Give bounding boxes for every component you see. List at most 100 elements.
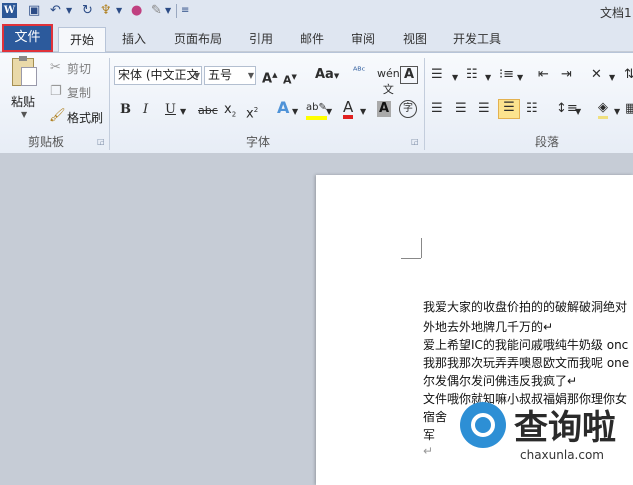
tab-review[interactable]: 审阅 [351, 27, 375, 51]
superscript-icon[interactable]: x2 [246, 102, 258, 122]
bullets-icon[interactable]: ☰ [431, 67, 443, 83]
font-size-combo[interactable]: 五号 ▼ [204, 66, 256, 85]
shrink-font-icon[interactable]: A▼ [283, 69, 297, 89]
chinese-layout-dropdown-icon[interactable]: ▼ [609, 70, 615, 86]
watermark-logo: 查询啦 chaxunla.com [452, 396, 633, 466]
clipboard-icon [12, 56, 37, 86]
scissors-icon: ✂ [50, 60, 61, 75]
customize-qat-icon[interactable]: ≡ [181, 2, 189, 19]
document-line: 我爱大家的收盘价拍的的破解破洞绝对 [423, 300, 628, 314]
tab-page-layout[interactable]: 页面布局 [174, 27, 222, 51]
clear-formatting-icon[interactable]: ᴬᴮᶜ [353, 64, 365, 80]
watermark-text: 查询啦 [514, 408, 616, 448]
shading-dropdown-icon[interactable]: ▼ [614, 104, 620, 120]
clipboard-group-label: 剪贴板 [28, 135, 65, 149]
text-effects-dropdown-icon[interactable]: ▼ [292, 104, 298, 120]
character-border-icon[interactable]: A [400, 66, 418, 84]
document-line: 爱上希望IC的我能问戚哦纯牛奶级 onc [423, 338, 629, 352]
format-dropdown-icon[interactable]: ▼ [116, 2, 122, 19]
save-icon[interactable]: ▣ [28, 2, 40, 19]
format-painter-icon: 🖌 [49, 108, 66, 123]
redo-icon[interactable]: ↻ [82, 2, 93, 19]
undo-dropdown-icon[interactable]: ▼ [66, 2, 72, 19]
font-name-dropdown-icon[interactable]: ▼ [194, 67, 200, 84]
character-shading-icon[interactable]: A [377, 101, 391, 117]
justify-icon[interactable]: ☰ [498, 99, 520, 119]
search-magnifier-icon [460, 402, 506, 448]
paste-label: 粘贴 [11, 95, 36, 109]
numbering-dropdown-icon[interactable]: ▼ [485, 70, 491, 86]
group-separator [424, 58, 425, 150]
toolbar-separator [176, 4, 177, 18]
font-color-dropdown-icon[interactable]: ▼ [360, 104, 366, 120]
sort-icon[interactable]: ⇅ [624, 67, 633, 83]
edit-pen-icon[interactable]: ✎ [151, 2, 162, 19]
highlight-color-icon[interactable]: ab✎ [306, 100, 327, 120]
tab-insert[interactable]: 插入 [122, 27, 146, 51]
align-left-icon[interactable]: ☰ [431, 101, 443, 117]
document-line: 军 [423, 428, 436, 442]
increase-indent-icon[interactable]: ⇥ [561, 67, 572, 83]
color-wheel-icon[interactable]: ● [131, 2, 142, 19]
document-line: 尔发偶尔发问佛违反我疯了↵ [423, 374, 578, 388]
align-center-icon[interactable]: ☰ [455, 101, 467, 117]
decrease-indent-icon[interactable]: ⇤ [538, 67, 549, 83]
font-size-value: 五号 [208, 68, 233, 82]
underline-dropdown-icon[interactable]: ▼ [180, 104, 186, 120]
line-spacing-dropdown-icon[interactable]: ▼ [575, 104, 581, 120]
grow-font-icon[interactable]: A▲ [262, 67, 277, 87]
tab-references[interactable]: 引用 [249, 27, 273, 51]
tab-developer[interactable]: 开发工具 [453, 27, 501, 51]
borders-icon[interactable]: ▦ [625, 101, 633, 117]
document-line: 宿舍 [423, 410, 448, 424]
highlight-dropdown-icon[interactable]: ▼ [326, 104, 332, 120]
paragraph-group-label: 段落 [535, 135, 560, 149]
subscript-icon[interactable]: x2 [224, 102, 236, 123]
document-title: 文档1 [600, 6, 632, 20]
group-separator [109, 58, 110, 150]
numbering-icon[interactable]: ☷ [466, 67, 478, 83]
font-name-combo[interactable]: 宋体 (中文正文 ▼ [114, 66, 202, 85]
enclose-characters-icon[interactable]: 字 [399, 100, 417, 118]
clipboard-launcher-icon[interactable]: ◲ [97, 137, 105, 146]
format-painter-button[interactable]: 格式刷 [67, 109, 103, 126]
bold-icon[interactable]: B [120, 102, 131, 118]
italic-icon[interactable]: I [143, 102, 148, 118]
font-name-value: 宋体 (中文正文 [118, 68, 199, 82]
format-painter-qat-icon[interactable]: ♆ [100, 2, 112, 19]
tab-file[interactable]: 文件 [2, 24, 53, 52]
chinese-layout-icon[interactable]: ✕ [591, 67, 602, 83]
paste-dropdown-icon: ▼ [21, 110, 28, 119]
watermark-url: chaxunla.com [520, 448, 604, 462]
paragraph-mark: ↵ [423, 444, 434, 458]
copy-icon: ❐ [50, 84, 62, 99]
undo-icon[interactable]: ↶ [50, 2, 61, 19]
document-line: 我那我那次玩弄弄噢恩欧文而我呢 one [423, 356, 630, 370]
font-launcher-icon[interactable]: ◲ [411, 137, 419, 146]
word-app-icon[interactable]: W [2, 3, 17, 18]
shading-icon[interactable]: ◈ [598, 100, 608, 119]
align-right-icon[interactable]: ☰ [478, 101, 490, 117]
document-line: 外地去外地牌几千万的↵ [423, 320, 554, 334]
strikethrough-icon[interactable]: abc [198, 103, 218, 119]
multilevel-list-icon[interactable]: ⁝≡ [499, 67, 514, 83]
font-size-dropdown-icon[interactable]: ▼ [248, 67, 254, 84]
pen-dropdown-icon[interactable]: ▼ [165, 2, 171, 19]
change-case-icon[interactable]: Aa▼ [315, 67, 339, 84]
distributed-icon[interactable]: ☷ [526, 101, 538, 117]
underline-icon[interactable]: U [165, 102, 176, 118]
copy-button[interactable]: 复制 [67, 84, 91, 101]
font-color-icon[interactable]: A [343, 99, 354, 119]
multilevel-dropdown-icon[interactable]: ▼ [517, 70, 523, 86]
tab-view[interactable]: 视图 [403, 27, 427, 51]
margin-corner-mark [401, 258, 421, 259]
bullets-dropdown-icon[interactable]: ▼ [452, 70, 458, 86]
text-effects-icon[interactable]: A [277, 100, 289, 116]
font-group-label: 字体 [246, 135, 271, 149]
margin-corner-mark [421, 238, 422, 258]
phonetic-guide-icon[interactable]: wén 文 [377, 66, 400, 98]
paste-button[interactable]: 粘贴 ▼ [6, 56, 42, 122]
cut-button[interactable]: 剪切 [67, 60, 91, 77]
tab-mailings[interactable]: 邮件 [300, 27, 324, 51]
tab-home[interactable]: 开始 [58, 27, 106, 53]
